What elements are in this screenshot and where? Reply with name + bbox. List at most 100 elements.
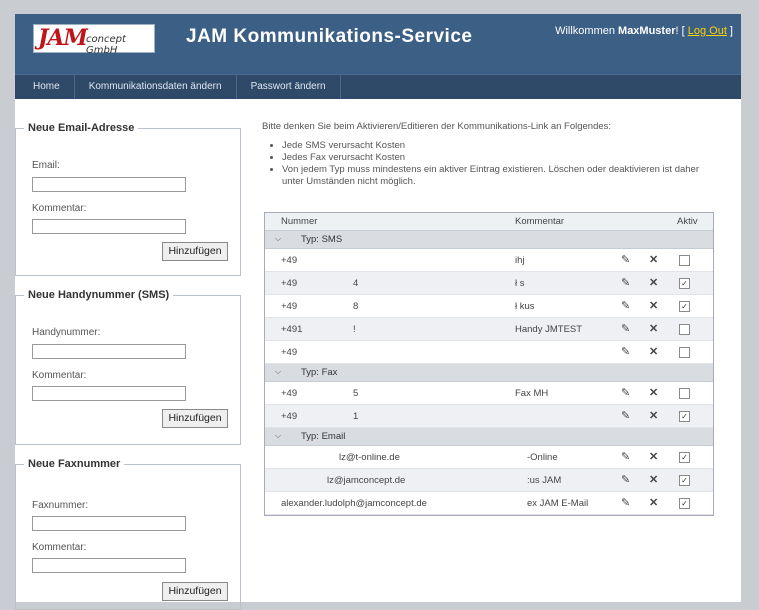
pencil-icon[interactable]: ✎ [621, 450, 630, 463]
logo-main-text: JAM [38, 25, 88, 51]
notice-list: Jede SMS verursacht Kosten Jedes Fax ver… [262, 140, 722, 188]
number-mid-cell: 8 [353, 301, 359, 312]
x-icon[interactable]: ✕ [649, 253, 658, 266]
page-title: JAM Kommunikations-Service [186, 26, 473, 47]
chevron-down-icon[interactable]: ⌵ [275, 431, 281, 441]
table-row: +49 8 ł kus ✎ ✕ ✓ [265, 295, 713, 318]
add-sms-button[interactable]: Hinzufügen [162, 409, 228, 428]
table-row: +49 1 ✎ ✕ ✓ [265, 405, 713, 428]
pencil-icon[interactable]: ✎ [621, 253, 630, 266]
comment-cell: Fax MH [515, 388, 549, 399]
email-label: Email: [32, 160, 60, 171]
table-row: +49 5 Fax MH ✎ ✕ [265, 382, 713, 405]
number-mid-cell: 1 [353, 411, 359, 422]
email-input[interactable] [32, 177, 186, 192]
comment-cell: ł kus [515, 301, 535, 312]
pencil-icon[interactable]: ✎ [621, 299, 630, 312]
active-checkbox[interactable] [679, 388, 690, 399]
number-cell: alexander.ludolph@jamconcept.de [281, 498, 427, 509]
fax-comment-input[interactable] [32, 558, 186, 573]
sms-comment-input[interactable] [32, 386, 186, 401]
active-checkbox[interactable]: ✓ [679, 475, 690, 486]
group-header[interactable]: ⌵ Typ: Fax [265, 364, 713, 382]
number-cell: +49 [281, 347, 298, 358]
table-row: lz@t-online.de -Online ✎ ✕ ✓ [265, 446, 713, 469]
add-email-button[interactable]: Hinzufügen [162, 242, 228, 261]
x-icon[interactable]: ✕ [649, 409, 658, 422]
number-mid-cell: 5 [353, 388, 359, 399]
active-checkbox[interactable] [679, 324, 690, 335]
table-row: lz@jamconcept.de :us JAM ✎ ✕ ✓ [265, 469, 713, 492]
pencil-icon[interactable]: ✎ [621, 276, 630, 289]
active-checkbox[interactable]: ✓ [679, 301, 690, 312]
sms-comment-label: Kommentar: [32, 370, 87, 381]
pencil-icon[interactable]: ✎ [621, 409, 630, 422]
welcome-text: Willkommen MaxMuster! [ Log Out ] [555, 25, 733, 37]
comment-cell: :us JAM [527, 475, 562, 486]
group-label: Typ: SMS [301, 234, 343, 245]
header: JAM concept GmbH JAM Kommunikations-Serv… [15, 14, 741, 74]
group-header[interactable]: ⌵ Typ: Email [265, 428, 713, 446]
logout-link[interactable]: Log Out [688, 25, 727, 37]
sms-input[interactable] [32, 344, 186, 359]
header-kommentar: Kommentar [515, 216, 565, 227]
chevron-down-icon[interactable]: ⌵ [275, 234, 281, 244]
number-cell: +49 [281, 411, 298, 422]
group-label: Typ: Email [301, 431, 346, 442]
active-checkbox[interactable] [679, 255, 690, 266]
active-checkbox[interactable]: ✓ [679, 411, 690, 422]
number-cell: lz@t-online.de [339, 452, 400, 463]
fax-comment-label: Kommentar: [32, 542, 87, 553]
pencil-icon[interactable]: ✎ [621, 322, 630, 335]
table-header: Nummer Kommentar Aktiv [265, 213, 713, 231]
x-icon[interactable]: ✕ [649, 473, 658, 486]
number-cell: +49 [281, 255, 298, 266]
x-icon[interactable]: ✕ [649, 299, 658, 312]
table-row: +49 4 ł s ✎ ✕ ✓ [265, 272, 713, 295]
notice-bullet: Jede SMS verursacht Kosten [282, 140, 722, 152]
table-row: alexander.ludolph@jamconcept.de ex JAM E-… [265, 492, 713, 515]
email-comment-input[interactable] [32, 219, 186, 234]
x-icon[interactable]: ✕ [649, 276, 658, 289]
active-checkbox[interactable]: ✓ [679, 278, 690, 289]
group-header[interactable]: ⌵ Typ: SMS [265, 231, 713, 249]
x-icon[interactable]: ✕ [649, 345, 658, 358]
comment-cell: Handy JMTEST [515, 324, 583, 335]
active-checkbox[interactable] [679, 347, 690, 358]
email-form: Neue Email-Adresse Email: Kommentar: Hin… [15, 122, 241, 276]
fax-label: Faxnummer: [32, 500, 89, 511]
email-comment-label: Kommentar: [32, 203, 87, 214]
number-mid-cell: ! [353, 324, 356, 335]
number-cell: +49 [281, 301, 298, 312]
pencil-icon[interactable]: ✎ [621, 345, 630, 358]
nav-home[interactable]: Home [15, 75, 75, 99]
x-icon[interactable]: ✕ [649, 386, 658, 399]
number-cell: lz@jamconcept.de [327, 475, 406, 486]
active-checkbox[interactable]: ✓ [679, 498, 690, 509]
x-icon[interactable]: ✕ [649, 450, 658, 463]
notice-intro: Bitte denken Sie beim Aktivieren/Editier… [262, 121, 612, 132]
username: MaxMuster [618, 25, 676, 37]
x-icon[interactable]: ✕ [649, 322, 658, 335]
chevron-down-icon[interactable]: ⌵ [275, 367, 281, 377]
x-icon[interactable]: ✕ [649, 496, 658, 509]
main-nav: Home Kommunikationsdaten ändern Passwort… [15, 74, 741, 99]
nav-kommunikationsdaten[interactable]: Kommunikationsdaten ändern [75, 75, 237, 99]
group-label: Typ: Fax [301, 367, 338, 378]
pencil-icon[interactable]: ✎ [621, 473, 630, 486]
pencil-icon[interactable]: ✎ [621, 496, 630, 509]
fax-input[interactable] [32, 516, 186, 531]
notice-bullet: Von jedem Typ muss mindestens ein aktive… [282, 164, 722, 188]
pencil-icon[interactable]: ✎ [621, 386, 630, 399]
comment-cell: ihj [515, 255, 525, 266]
contacts-table: Nummer Kommentar Aktiv ⌵ Typ: SMS +49 ihj ✎ ✕… [264, 212, 714, 516]
company-logo: JAM concept GmbH [33, 24, 155, 56]
number-mid-cell: 4 [353, 278, 359, 289]
active-checkbox[interactable]: ✓ [679, 452, 690, 463]
nav-passwort[interactable]: Passwort ändern [237, 75, 341, 99]
table-row: +49 ✎ ✕ [265, 341, 713, 364]
table-row: +491! Handy JMTEST ✎ ✕ [265, 318, 713, 341]
add-fax-button[interactable]: Hinzufügen [162, 582, 228, 601]
fax-form-legend: Neue Faxnummer [28, 458, 121, 470]
number-cell: +49 [281, 388, 298, 399]
